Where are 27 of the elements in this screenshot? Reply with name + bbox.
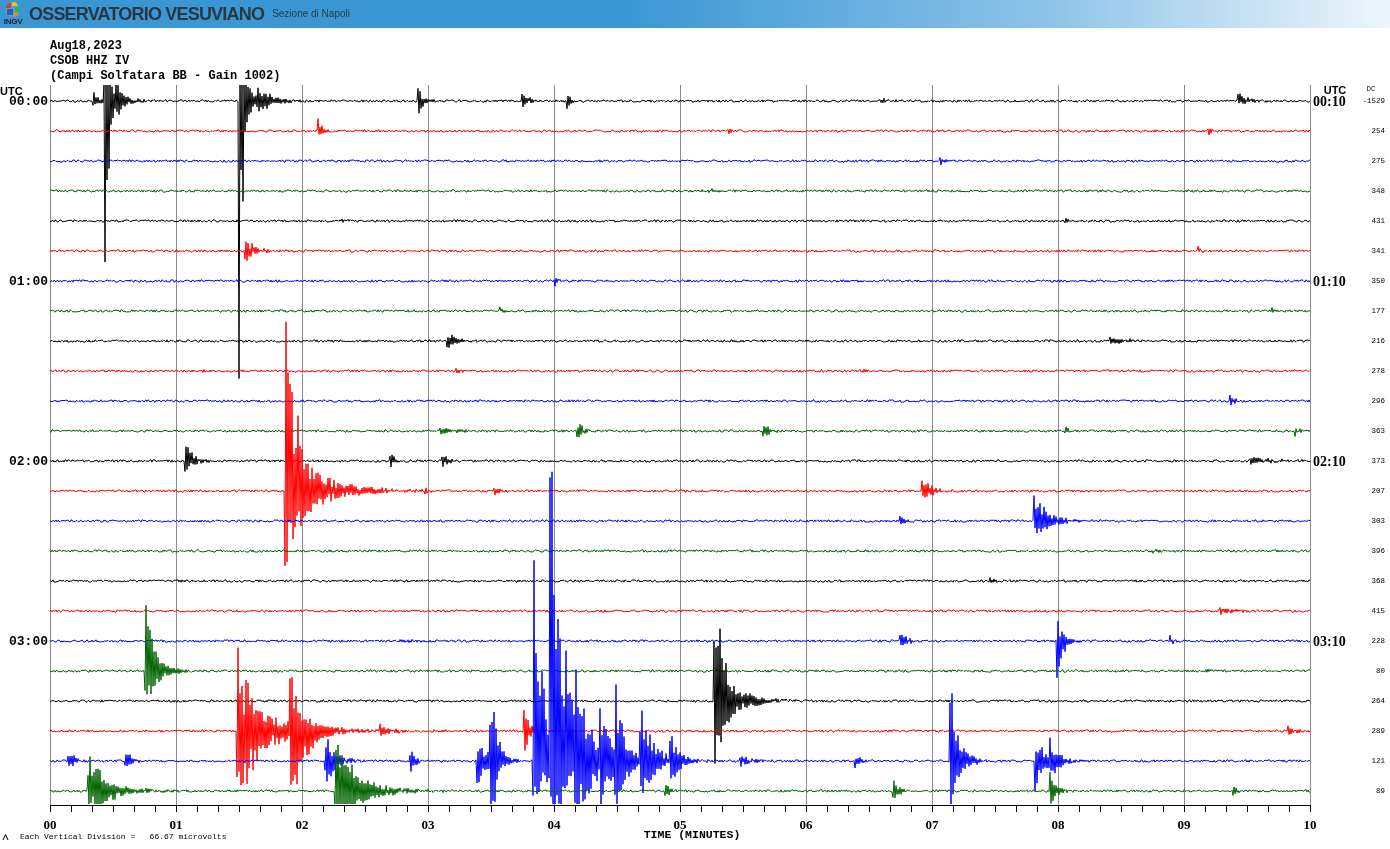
row-time-label: 01:10 bbox=[1313, 273, 1346, 289]
axis-tick-label: 03 bbox=[421, 816, 435, 832]
chevron-mark-icon bbox=[2, 834, 9, 841]
station-info-line: (Campi Solfatara BB - Gain 1002) bbox=[50, 69, 281, 84]
station-info-line: CSOB HHZ IV bbox=[50, 54, 130, 69]
axis-tick-label: 02 bbox=[295, 816, 309, 832]
utc-label: UTC bbox=[1323, 84, 1347, 96]
row-time-label: 02:00 bbox=[9, 453, 48, 469]
header-subtitle: Sezione di Napoli bbox=[272, 8, 350, 20]
logo-text: INGV bbox=[3, 17, 23, 26]
axis-tick-label: 10 bbox=[1303, 816, 1317, 832]
axis-tick-label: 04 bbox=[547, 816, 561, 832]
axis-tick-label: 08 bbox=[1051, 816, 1065, 832]
axis-tick-label: 01 bbox=[169, 816, 183, 832]
globe-logo-icon bbox=[4, 2, 22, 17]
station-info-line: Aug18,2023 bbox=[50, 39, 122, 54]
axis-tick-label: 06 bbox=[799, 816, 813, 832]
axis-tick-label: 07 bbox=[925, 816, 939, 832]
row-time-label: 00:10 bbox=[1313, 93, 1346, 109]
row-time-label: 03:10 bbox=[1313, 633, 1346, 649]
axis-tick-label: 09 bbox=[1177, 816, 1191, 832]
axis-tick-label: 00 bbox=[43, 816, 57, 832]
row-time-label: 02:10 bbox=[1313, 453, 1346, 469]
scale-note: Each Vertical Division = 66.67 microvolts bbox=[20, 831, 227, 841]
header-title: OSSERVATORIO VESUVIANO bbox=[29, 3, 265, 25]
row-time-label: 03:00 bbox=[9, 633, 48, 649]
row-time-label: 01:00 bbox=[9, 273, 48, 289]
